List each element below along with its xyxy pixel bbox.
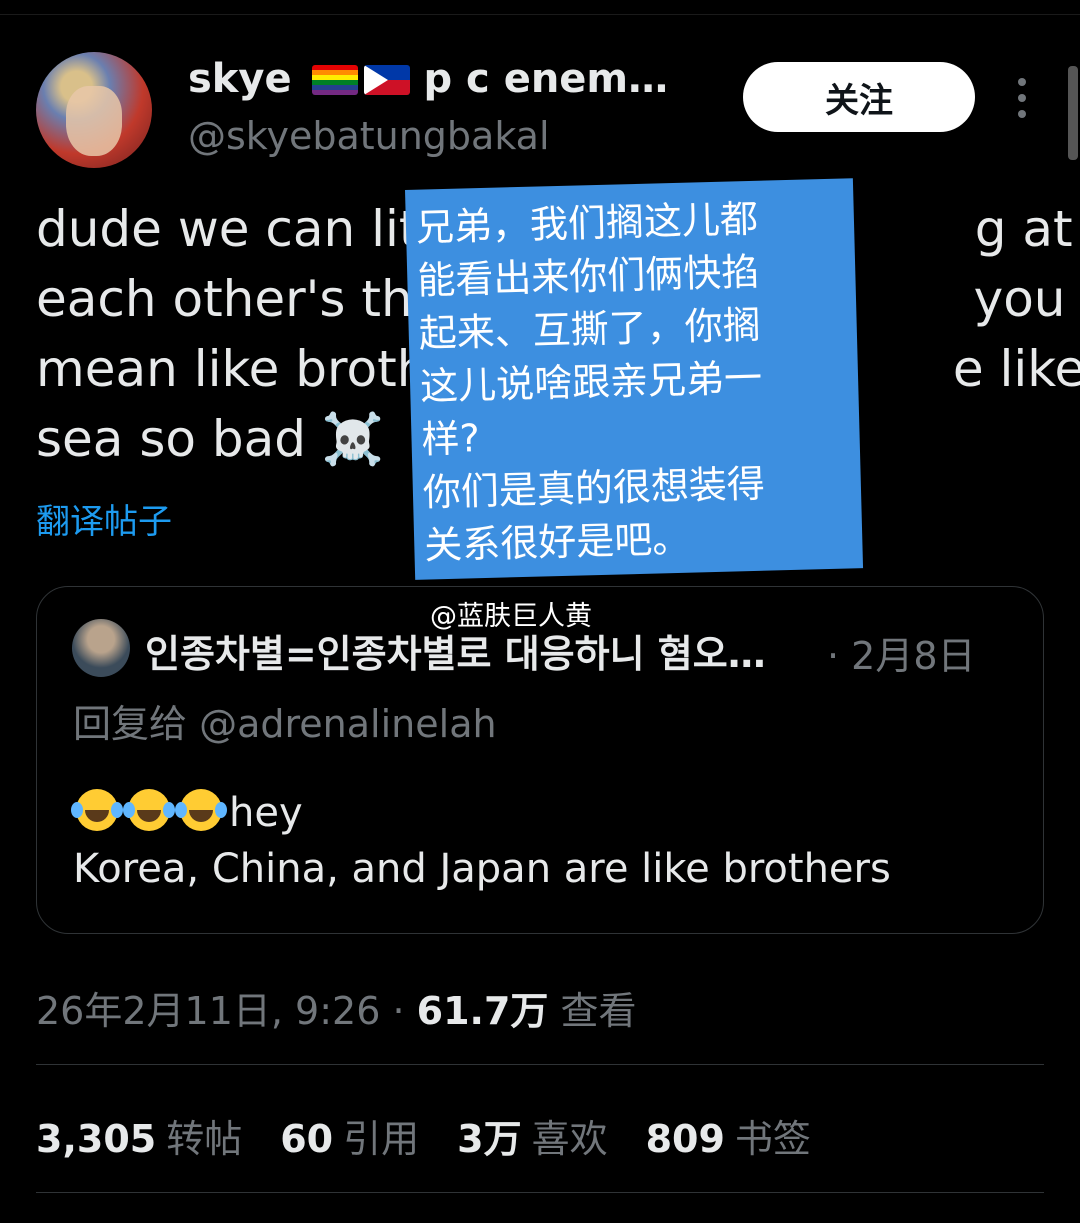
philippines-flag-icon	[363, 65, 410, 95]
tears-of-joy-emoji-icon	[175, 786, 227, 834]
quoted-reply-to: 回复给 @adrenalinelah	[73, 693, 497, 748]
scrollbar[interactable]	[1068, 66, 1078, 160]
rainbow-flag-icon	[311, 65, 358, 95]
reply-prefix: 回复给	[73, 702, 188, 746]
avatar-face	[66, 86, 122, 156]
top-divider	[0, 14, 1080, 15]
more-options-icon[interactable]	[1008, 78, 1036, 118]
author-avatar[interactable]	[36, 52, 152, 168]
follow-button[interactable]: 关注	[743, 62, 975, 132]
quoted-line-1: hey	[71, 785, 891, 841]
stat-likes[interactable]: 3万 喜欢	[457, 1108, 607, 1163]
views-label: 查看	[548, 989, 637, 1033]
author-display-name[interactable]: skye p c enem…	[188, 56, 668, 102]
overlay-line: 关系很好是吧。	[423, 516, 691, 568]
translation-overlay: 兄弟，我们搁这儿都 能看出来你们俩快掐 起来、互撕了，你搁 这儿说啥跟亲兄弟一 …	[405, 178, 864, 580]
display-name-tail: p c enem…	[423, 56, 669, 102]
divider	[36, 1064, 1044, 1065]
reply-handle: @adrenalinelah	[199, 702, 497, 746]
quoted-tweet-card[interactable]: 인종차별=인종차별로 대응하니 혐오… · 2月8日 回复给 @adrenali…	[36, 586, 1044, 934]
stat-bookmarks[interactable]: 809 书签	[646, 1108, 811, 1163]
engagement-stats: 3,305 转帖 60 引用 3万 喜欢 809 书签	[36, 1108, 811, 1163]
quoted-author-avatar	[72, 619, 130, 677]
author-handle[interactable]: @skyebatungbakal	[188, 114, 550, 158]
tears-of-joy-emoji-icon	[123, 786, 175, 834]
quoted-line-1-text: hey	[229, 790, 303, 836]
weibo-watermark: @蓝肤巨人黄	[430, 601, 592, 632]
tweet-meta: 26年2月11日, 9:26 · 61.7万 查看	[36, 980, 636, 1035]
tweet-timestamp[interactable]: 26年2月11日, 9:26 ·	[36, 989, 417, 1033]
display-name-text: skye	[188, 56, 292, 102]
views-count: 61.7万	[416, 989, 549, 1033]
translate-post-link[interactable]: 翻译帖子	[36, 494, 172, 543]
stat-retweets[interactable]: 3,305 转帖	[36, 1108, 242, 1163]
quoted-line-2: Korea, China, and Japan are like brother…	[73, 846, 891, 892]
divider	[36, 1192, 1044, 1193]
quoted-tweet-date: · 2月8日	[827, 634, 976, 678]
tears-of-joy-emoji-icon	[71, 786, 123, 834]
quoted-tweet-text: hey Korea, China, and Japan are like bro…	[71, 785, 891, 897]
stat-quotes[interactable]: 60 引用	[280, 1108, 419, 1163]
